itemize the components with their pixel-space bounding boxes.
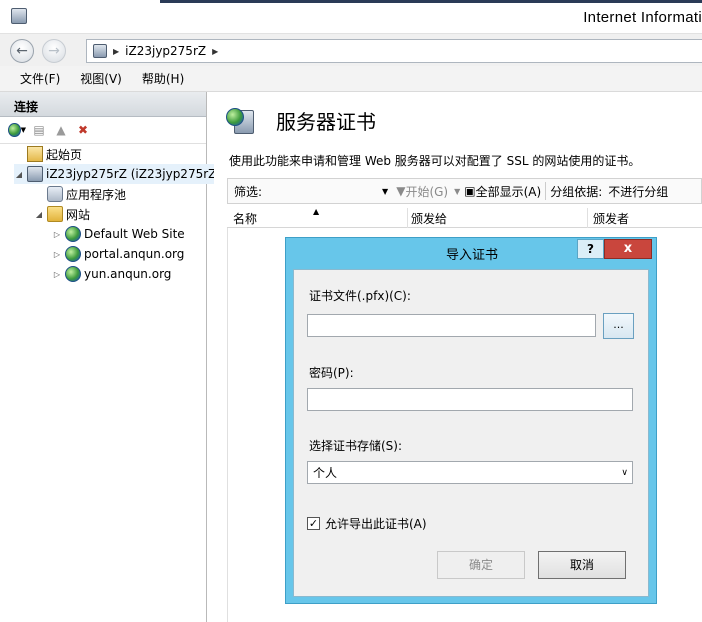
- tree-item-label: iZ23jyp275rZ (iZ23jyp275rZ: [46, 167, 217, 181]
- cancel-button[interactable]: 取消: [538, 551, 626, 579]
- column-name[interactable]: 名称: [233, 210, 257, 227]
- filter-dropdown-icon[interactable]: ▼: [382, 187, 388, 196]
- store-selected-value: 个人: [313, 466, 338, 480]
- password-label: 密码(P):: [309, 366, 354, 380]
- sort-asc-icon: ▲: [313, 207, 320, 216]
- funnel-icon: ▼: [396, 184, 406, 198]
- group-by-select[interactable]: 不进行分组: [608, 183, 668, 200]
- address-box[interactable]: ▶ iZ23jyp275rZ ▶: [86, 39, 702, 63]
- tree-item-label: 起始页: [46, 147, 83, 162]
- forward-button[interactable]: →: [42, 39, 66, 63]
- title-bar: Internet Informati: [0, 0, 702, 34]
- tree-item-app-pools[interactable]: 应用程序池: [34, 184, 126, 204]
- browse-button[interactable]: ...: [603, 313, 634, 339]
- breadcrumb-arrow-icon[interactable]: ▶: [212, 47, 218, 56]
- up-icon[interactable]: ▲: [52, 121, 70, 139]
- back-button[interactable]: ←: [10, 39, 34, 63]
- save-icon[interactable]: ▤: [30, 121, 48, 139]
- start-dropdown-icon[interactable]: ▼: [454, 187, 460, 196]
- checkbox-checked-icon[interactable]: ✓: [307, 517, 320, 530]
- file-label: 证书文件(.pfx)(C):: [309, 289, 411, 303]
- import-certificate-dialog: 导入证书 ? x 证书文件(.pfx)(C): ... 密码(P): 选择证书存…: [285, 237, 657, 604]
- start-button[interactable]: 开始(G): [405, 183, 448, 200]
- tree-item-label: 网站: [66, 207, 91, 222]
- app-pool-icon: [47, 186, 63, 202]
- globe-icon: [65, 266, 81, 282]
- connections-toolbar: ▼ ▤ ▲ ✖: [0, 117, 206, 144]
- tree-item-sites[interactable]: ◢ 网站: [34, 204, 90, 224]
- tree-item-yun[interactable]: ▷ yun.anqun.org: [52, 264, 171, 284]
- store-label: 选择证书存储(S):: [309, 439, 403, 453]
- dialog-body: 证书文件(.pfx)(C): ... 密码(P): 选择证书存储(S): 个人 …: [293, 269, 649, 597]
- tree-item-label: Default Web Site: [84, 227, 185, 241]
- help-button[interactable]: ?: [577, 239, 604, 259]
- column-header: 名称 ▲ 颁发给 颁发者: [227, 207, 702, 228]
- arrow-right-icon: →: [48, 43, 60, 59]
- show-all-button[interactable]: 全部显示(A): [476, 183, 542, 200]
- tree-item-label: portal.anqun.org: [84, 247, 185, 261]
- close-button[interactable]: x: [604, 239, 652, 259]
- tree-item-portal[interactable]: ▷ portal.anqun.org: [52, 244, 184, 264]
- expand-arrow-icon[interactable]: ▷: [52, 230, 62, 239]
- tree-item-default-web-site[interactable]: ▷ Default Web Site: [52, 224, 185, 244]
- arrow-left-icon: ←: [16, 43, 28, 59]
- filter-separator: [545, 182, 547, 200]
- tree-item-server[interactable]: ◢ iZ23jyp275rZ (iZ23jyp275rZ: [14, 164, 217, 184]
- tree-item-start-page[interactable]: 起始页: [14, 144, 82, 164]
- connections-panel: 连接 ▼ ▤ ▲ ✖ 起始页 ◢ iZ23jyp275rZ (iZ23jyp27…: [0, 92, 217, 622]
- allow-export-checkbox[interactable]: ✓ 允许导出此证书(A): [307, 515, 427, 532]
- menu-file[interactable]: 文件(F): [0, 70, 70, 87]
- expand-arrow-icon[interactable]: ▷: [52, 250, 62, 259]
- filter-bar: 筛选: ▼ ▼ 开始(G) ▼ ▣ 全部显示(A) 分组依据: 不进行分组: [227, 178, 702, 204]
- server-icon: [93, 44, 107, 58]
- ok-button[interactable]: 确定: [437, 551, 525, 579]
- filter-label: 筛选:: [234, 184, 263, 199]
- breadcrumb-server[interactable]: iZ23jyp275rZ: [125, 44, 206, 58]
- connect-globe-icon[interactable]: ▼: [8, 121, 26, 139]
- menu-view[interactable]: 视图(V): [70, 70, 132, 87]
- allow-export-label: 允许导出此证书(A): [325, 517, 427, 531]
- tree-item-label: 应用程序池: [66, 187, 127, 202]
- home-icon: [27, 146, 43, 162]
- certificate-server-icon: [226, 106, 256, 136]
- page-description: 使用此功能来申请和管理 Web 服务器可以对配置了 SSL 的网站使用的证书。: [229, 154, 641, 168]
- certificate-store-select[interactable]: 个人 ∨: [307, 461, 633, 484]
- address-bar: ← → ▶ iZ23jyp275rZ ▶: [0, 34, 702, 66]
- breadcrumb-arrow-icon[interactable]: ▶: [113, 47, 119, 56]
- window-title: Internet Informati: [583, 9, 702, 26]
- column-issuer[interactable]: 颁发者: [593, 210, 629, 227]
- server-icon: [27, 166, 43, 182]
- folder-icon: [47, 206, 63, 222]
- column-issued-to[interactable]: 颁发给: [411, 210, 447, 227]
- show-all-icon: ▣: [464, 184, 476, 198]
- tree-item-label: yun.anqun.org: [84, 267, 172, 281]
- globe-icon: [65, 246, 81, 262]
- menu-bar: 文件(F) 视图(V) 帮助(H): [0, 66, 702, 92]
- group-by-label: 分组依据:: [550, 184, 603, 199]
- collapse-arrow-icon[interactable]: ◢: [14, 170, 24, 179]
- page-title: 服务器证书: [276, 110, 376, 134]
- disconnect-icon[interactable]: ✖: [74, 121, 92, 139]
- expand-arrow-icon[interactable]: ▷: [52, 270, 62, 279]
- connections-header: 连接: [0, 92, 206, 117]
- chevron-down-icon: ∨: [621, 467, 628, 478]
- certificate-file-input[interactable]: [307, 314, 596, 337]
- title-bar-accent: [160, 0, 702, 3]
- iis-app-icon: [11, 8, 27, 24]
- globe-icon: [65, 226, 81, 242]
- collapse-arrow-icon[interactable]: ◢: [34, 210, 44, 219]
- password-input[interactable]: [307, 388, 633, 411]
- menu-help[interactable]: 帮助(H): [132, 70, 194, 87]
